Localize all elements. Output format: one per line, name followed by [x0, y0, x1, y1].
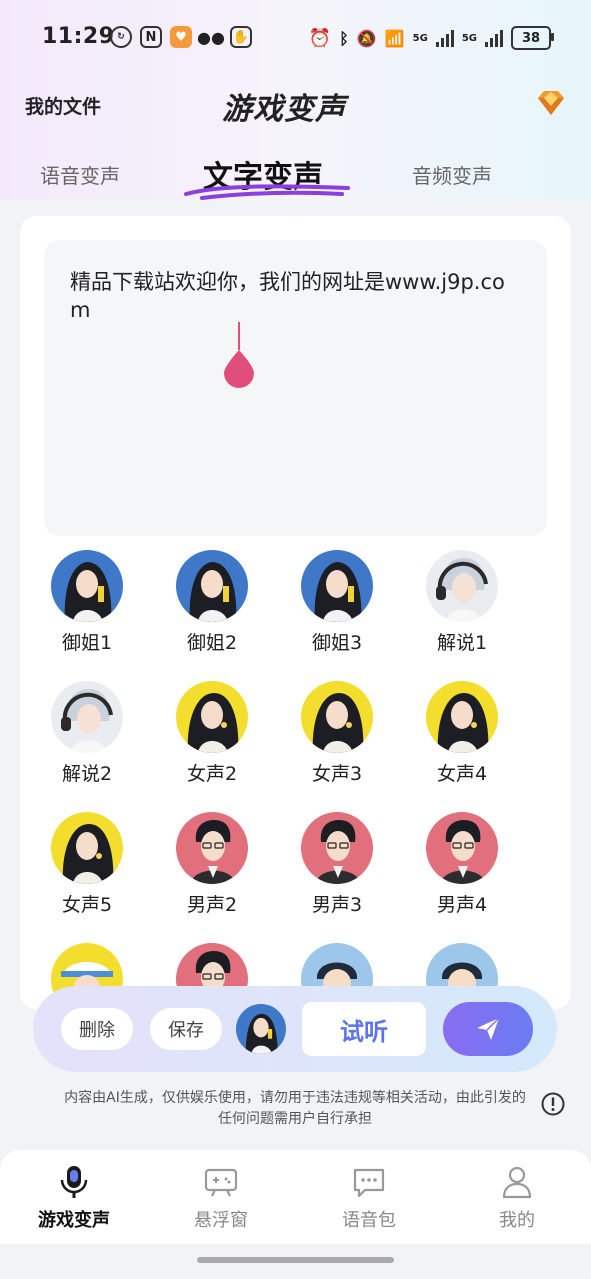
delete-button[interactable]: 删除 [61, 1008, 133, 1050]
network-type-2: 5G [461, 32, 477, 44]
disclaimer-text: 内容由AI生成，仅供娱乐使用，请勿用于违法违规等相关活动，由此引发的任何问题需用… [64, 1090, 526, 1127]
vpn-icon: ↻ [110, 26, 132, 48]
chat-icon [353, 1168, 385, 1198]
shield-app-icon: ✋ [230, 26, 252, 48]
voice-avatar [301, 550, 373, 622]
voice-avatar [51, 550, 123, 622]
voice-avatar [426, 812, 498, 884]
info-icon[interactable] [541, 1092, 565, 1116]
tab-audio-change[interactable]: 音频变声 [412, 160, 492, 189]
status-time: 11:29 [42, 24, 115, 49]
network-type-1: 5G [412, 32, 428, 44]
voice-avatar [426, 550, 498, 622]
voice-label: 御姐1 [61, 632, 113, 654]
voice-label: 女声4 [436, 763, 488, 785]
voice-label: 解说2 [61, 763, 113, 785]
nav-item-floating-window[interactable]: 悬浮窗 [161, 1164, 281, 1232]
voice-label: 女声5 [61, 894, 113, 916]
voice-option[interactable]: 女声5 [27, 812, 147, 917]
mute-icon: 🔕 [356, 28, 377, 48]
voice-avatar [51, 681, 123, 753]
listen-button[interactable]: 试听 [302, 1002, 426, 1056]
voice-avatar [51, 812, 123, 884]
wifi-icon: 📶 [384, 28, 405, 48]
nav-label-floating-window: 悬浮窗 [194, 1210, 248, 1231]
nav-item-mine[interactable]: 我的 [457, 1164, 577, 1232]
voice-avatar [301, 812, 373, 884]
voice-label: 男声3 [311, 894, 363, 916]
status-bar: 11:29 ↻ N ♥ ●● ✋ ⏰ ᛒ 🔕 📶 5G 5G 38 [0, 20, 591, 56]
voice-option[interactable]: 男声4 [402, 812, 522, 917]
tab-active-underline [184, 184, 350, 200]
voice-avatar [301, 681, 373, 753]
voice-option[interactable]: 御姐1 [27, 550, 147, 655]
selected-voice-avatar[interactable] [236, 1004, 286, 1054]
voice-label: 男声2 [186, 894, 238, 916]
page-title: 游戏变声 [222, 92, 346, 127]
nav-label-game-voice: 游戏变声 [38, 1210, 110, 1231]
user-icon [502, 1166, 532, 1199]
diamond-icon[interactable] [534, 86, 568, 120]
nfc-icon: N [140, 26, 162, 48]
caret-handle-icon[interactable] [222, 348, 256, 388]
voice-avatar [176, 681, 248, 753]
voice-option[interactable]: 男声3 [277, 812, 397, 917]
text-input-content[interactable]: 精品下载站欢迎你，我们的网址是www.j9p.com [70, 268, 510, 324]
voice-option[interactable]: 御姐2 [152, 550, 272, 655]
signal-2-icon [485, 29, 503, 47]
bottom-nav: 游戏变声 悬浮窗 语音包 我的 [0, 1150, 591, 1244]
voice-label: 解说1 [436, 632, 488, 654]
alarm-icon: ⏰ [308, 27, 332, 49]
battery-icon: 38 [511, 26, 554, 50]
send-button[interactable] [443, 1002, 533, 1056]
signal-1-icon [435, 29, 454, 47]
voice-label: 男声4 [436, 894, 488, 916]
voice-option[interactable]: 女声2 [152, 681, 272, 786]
voice-option[interactable]: 解说1 [402, 550, 522, 655]
voice-avatar [176, 812, 248, 884]
app-notification-icon: ♥ [170, 26, 192, 48]
action-bar: 删除 保存 试听 [33, 986, 557, 1072]
microphone-icon [60, 1166, 88, 1198]
main-card: 精品下载站欢迎你，我们的网址是www.j9p.com 御姐1 御姐2 御姐3 解说1 解… [20, 216, 571, 1009]
tab-voice-change[interactable]: 语音变声 [40, 160, 120, 189]
voice-option[interactable]: 御姐3 [277, 550, 397, 655]
nav-label-voice-pack: 语音包 [342, 1210, 396, 1231]
status-notification-icons: ↻ N ♥ ●● ✋ [110, 26, 252, 48]
save-button[interactable]: 保存 [150, 1008, 222, 1050]
voice-label: 女声3 [311, 763, 363, 785]
voice-avatar [176, 550, 248, 622]
voice-label: 御姐2 [186, 632, 238, 654]
send-icon [477, 1017, 500, 1040]
voice-avatar [426, 681, 498, 753]
my-files-link[interactable]: 我的文件 [25, 92, 101, 119]
nav-item-voice-pack[interactable]: 语音包 [309, 1164, 429, 1232]
voice-option[interactable]: 女声4 [402, 681, 522, 786]
bluetooth-icon: ᛒ [339, 28, 349, 48]
voice-label: 御姐3 [311, 632, 363, 654]
status-system-icons: ⏰ ᛒ 🔕 📶 5G 5G 38 [308, 26, 554, 50]
gamepad-icon [204, 1168, 238, 1197]
text-input-box[interactable]: 精品下载站欢迎你，我们的网址是www.j9p.com [44, 240, 547, 536]
voice-label: 女声2 [186, 763, 238, 785]
nav-label-mine: 我的 [499, 1210, 535, 1231]
home-indicator[interactable] [197, 1257, 394, 1263]
wechat-icon: ●● [197, 27, 225, 47]
voice-option[interactable]: 解说2 [27, 681, 147, 786]
text-caret [238, 322, 240, 350]
voice-option[interactable]: 女声3 [277, 681, 397, 786]
voice-option[interactable]: 男声2 [152, 812, 272, 917]
nav-item-game-voice[interactable]: 游戏变声 [14, 1164, 134, 1232]
